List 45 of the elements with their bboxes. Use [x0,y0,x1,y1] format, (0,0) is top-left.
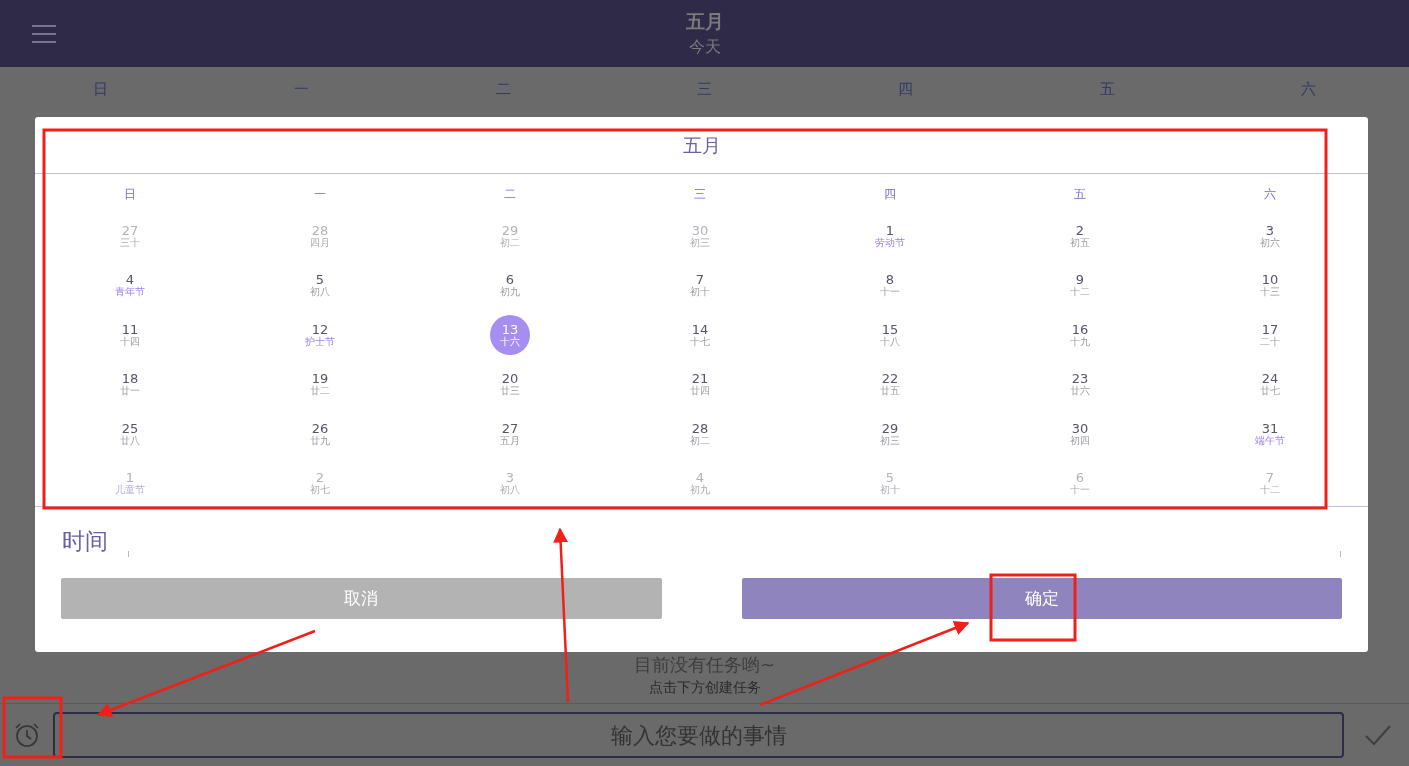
weekday-label: 一 [314,186,326,203]
empty-hint: 点击下方创建任务 [648,679,761,697]
weekday-label: 二 [495,79,511,99]
date-cell[interactable]: 1 劳动节 [870,216,910,256]
weekday-label: 三 [694,186,706,203]
date-cell[interactable]: 24 廿七 [1250,364,1290,405]
dialog-month-title: 五月 [35,117,1368,174]
weekday-label: 日 [124,186,136,203]
date-cell[interactable]: 16 十九 [1060,315,1100,356]
date-cell[interactable]: 12 护士节 [300,315,340,356]
weekday-label: 六 [1300,79,1316,99]
date-cell[interactable]: 25 廿八 [110,414,150,455]
date-cell[interactable]: 14 十七 [680,315,720,356]
date-cell[interactable]: 15 十八 [870,315,910,356]
date-cell[interactable]: 3 初六 [1250,216,1290,256]
date-cell[interactable]: 11 十四 [110,315,150,356]
date-cell[interactable]: 29 初三 [870,414,910,455]
date-cell[interactable]: 23 廿六 [1060,364,1100,405]
time-label: 时间 [62,526,108,555]
weekday-label: 六 [1264,186,1276,203]
weekday-label: 五 [1074,186,1086,203]
date-cell[interactable]: 20 廿三 [490,364,530,405]
alarm-clock-icon[interactable] [13,721,41,749]
date-cell[interactable]: 31 端午节 [1250,414,1290,455]
month-title: 五月 [685,9,724,34]
date-cell[interactable]: 22 廿五 [870,364,910,405]
date-cell[interactable]: 6 初九 [490,265,530,306]
date-cell[interactable]: 5 初八 [300,265,340,306]
date-cell[interactable]: 2 初五 [1060,216,1100,256]
annotation-box [2,696,63,759]
date-cell[interactable]: 7 初十 [680,265,720,306]
weekday-label: 二 [504,186,516,203]
weekday-label: 四 [898,79,914,99]
menu-icon[interactable] [32,25,56,43]
date-cell[interactable]: 10 十三 [1250,265,1290,306]
weekday-label: 五 [1099,79,1115,99]
date-cell[interactable]: 21 廿四 [680,364,720,405]
weekday-label: 日 [93,79,109,99]
check-icon[interactable] [1364,724,1392,746]
weekday-label: 四 [884,186,896,203]
date-cell[interactable]: 4 青年节 [110,265,150,306]
date-cell[interactable]: 27 五月 [490,414,530,455]
date-cell[interactable]: 30 初四 [1060,414,1100,455]
date-cell[interactable]: 26 廿九 [300,414,340,455]
weekday-label: 三 [697,79,712,99]
